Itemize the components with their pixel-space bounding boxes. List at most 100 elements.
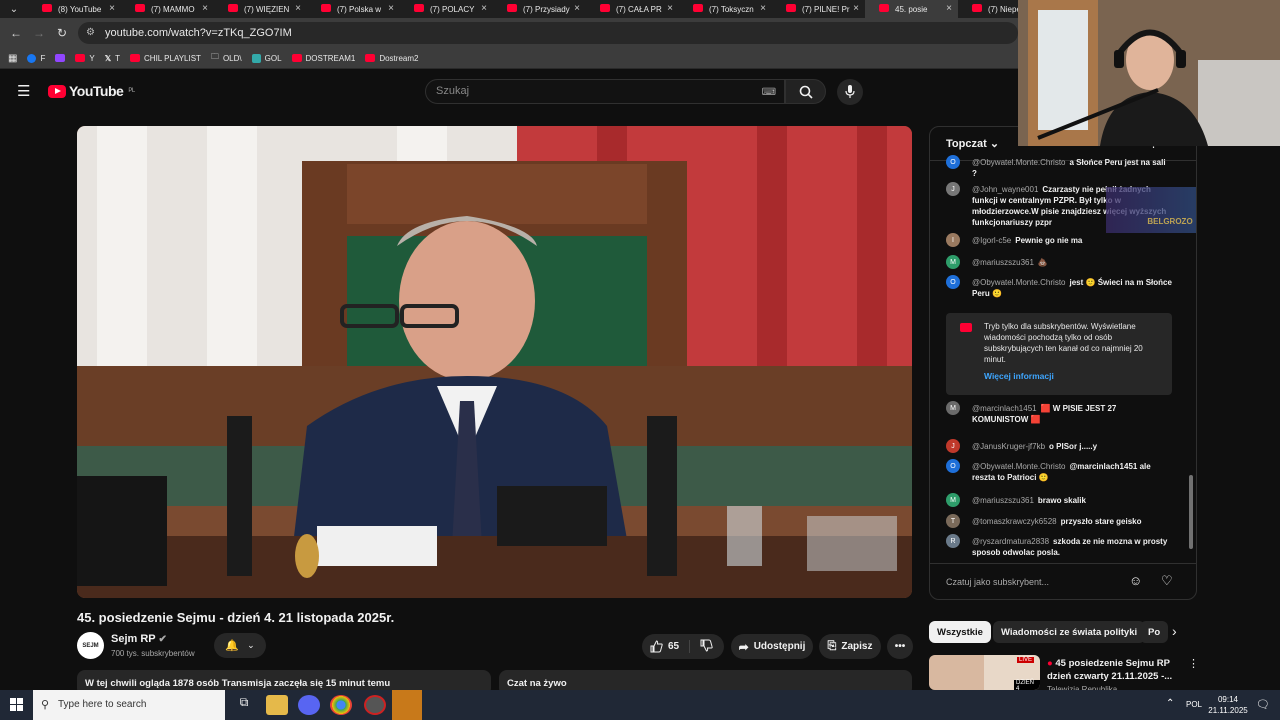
search-button[interactable] (785, 79, 826, 104)
chevron-up-icon[interactable]: ⌃ (1166, 698, 1174, 709)
browser-tab-active[interactable]: 45. posie × (865, 0, 958, 18)
channel-name[interactable]: Sejm RP ✔ (111, 633, 167, 645)
browser-tab[interactable]: (7) POLACY × (400, 0, 493, 18)
user-avatar[interactable]: O (946, 459, 960, 473)
clock[interactable]: 09:14 21.11.2025 (1208, 694, 1248, 716)
dislike-button[interactable] (690, 639, 713, 655)
app-icon[interactable] (392, 690, 422, 720)
bookmark[interactable] (55, 54, 66, 62)
user-avatar[interactable]: M (946, 255, 960, 269)
tab-label: (7) MAMMO (151, 4, 195, 14)
youtube-favicon-icon (507, 4, 517, 12)
gol-icon (251, 53, 261, 63)
browser-tab[interactable]: (7) Toksyczn × (679, 0, 772, 18)
more-vertical-icon[interactable]: ⋮ (1188, 657, 1199, 670)
user-avatar[interactable]: M (946, 493, 960, 507)
bell-icon: 🔔 (225, 640, 240, 652)
youtube-icon (75, 54, 86, 62)
voice-search-button[interactable] (837, 79, 863, 105)
user-avatar[interactable]: J (946, 182, 960, 196)
url-input[interactable]: ⚙ youtube.com/watch?v=zTKq_ZGO7IM (78, 22, 1018, 44)
close-tab-icon[interactable]: × (946, 3, 952, 14)
reload-icon[interactable]: ↻ (57, 26, 67, 40)
youtube-favicon-icon (414, 4, 424, 12)
task-view-icon[interactable]: ⧉ (233, 695, 255, 715)
browser-tab[interactable]: (8) YouTube × (28, 0, 121, 18)
close-tab-icon[interactable]: × (760, 3, 766, 14)
close-tab-icon[interactable]: × (481, 3, 487, 14)
more-actions-button[interactable]: ••• (887, 634, 913, 659)
hamburger-menu-icon[interactable]: ☰ (17, 84, 30, 99)
bookmark[interactable]: DOSTREAM1 (291, 54, 355, 63)
video-player[interactable] (77, 126, 912, 598)
site-info-icon[interactable]: ⚙ (86, 22, 95, 44)
user-avatar[interactable]: J (946, 439, 960, 453)
thumbnail-person (929, 655, 984, 690)
discord-icon[interactable] (298, 695, 320, 715)
tab-label: (8) YouTube (58, 4, 102, 14)
browser-tab[interactable]: (7) CAŁA PR × (586, 0, 679, 18)
emoji-icon[interactable]: ☺ (1129, 573, 1142, 588)
close-tab-icon[interactable]: × (295, 3, 301, 14)
keyboard-icon[interactable]: ⌨ (762, 81, 776, 104)
forward-arrow-icon[interactable]: → (33, 26, 45, 40)
channel-avatar[interactable]: SEJM (77, 632, 104, 659)
channel-row: SEJM Sejm RP ✔ 700 tys. subskrybentów 🔔 ⌄ (77, 632, 597, 662)
notifications-icon[interactable]: 🗨 (1256, 698, 1270, 711)
notification-bell-button[interactable]: 🔔 ⌄ (214, 633, 266, 658)
close-tab-icon[interactable]: × (667, 3, 673, 14)
obs-icon[interactable] (364, 695, 386, 715)
chip-politics[interactable]: Wiadomości ze świata polityki (993, 621, 1146, 643)
user-avatar[interactable]: T (946, 514, 960, 528)
save-button[interactable]: ⎘ Zapisz (819, 634, 881, 659)
user-avatar[interactable]: O (946, 275, 960, 289)
user-avatar[interactable]: I (946, 233, 960, 247)
chat-input[interactable]: Czatuj jako subskrybent... (946, 577, 1049, 587)
chat-mode-dropdown[interactable]: Topczat ⌄ (946, 137, 999, 150)
language-indicator[interactable]: POL (1186, 700, 1202, 709)
search-input[interactable]: Szukaj ⌨ (425, 79, 785, 104)
more-info-link[interactable]: Więcej informacji (984, 371, 1054, 381)
close-tab-icon[interactable]: × (388, 3, 394, 14)
like-button[interactable]: 65 (650, 640, 691, 653)
chrome-icon[interactable] (330, 695, 352, 715)
close-tab-icon[interactable]: × (202, 3, 208, 14)
chip-more[interactable]: Po (1140, 621, 1169, 643)
browser-tab[interactable]: (7) MAMMO × (121, 0, 214, 18)
twitch-icon (55, 54, 66, 62)
share-button[interactable]: ➦ Udostępnij (731, 634, 813, 659)
bookmark-folder[interactable]: 🗀 OLD\ (211, 51, 242, 65)
youtube-logo[interactable]: YouTube PL (48, 83, 135, 99)
bookmark[interactable]: GOL (251, 53, 282, 63)
recommended-title[interactable]: ● 45 posiedzenie Sejmu RP dzień czwarty … (1047, 657, 1177, 683)
taskbar-search-input[interactable]: ⚲ Type here to search (33, 690, 225, 720)
video-frame (77, 126, 912, 598)
browser-tab[interactable]: (7) Przysiady × (493, 0, 586, 18)
apps-grid-icon[interactable]: ▦ (8, 53, 17, 64)
browser-tab[interactable]: (7) PILNE! Pr × (772, 0, 865, 18)
bookmark[interactable]: Dostream2 (365, 54, 418, 63)
bookmark[interactable]: CHIL PLAYLIST (130, 54, 201, 63)
windows-start-icon[interactable] (10, 698, 23, 711)
chat-scrollbar[interactable] (1189, 475, 1193, 549)
heart-icon[interactable]: ♡ (1161, 573, 1173, 589)
close-tab-icon[interactable]: × (109, 3, 115, 14)
video-title: 45. posiedzenie Sejmu - dzień 4. 21 list… (77, 610, 395, 625)
user-avatar[interactable]: O (946, 155, 960, 169)
bookmark[interactable]: Y (75, 54, 95, 63)
back-arrow-icon[interactable]: ← (10, 26, 22, 40)
user-avatar[interactable]: M (946, 401, 960, 415)
close-tab-icon[interactable]: × (853, 3, 859, 14)
file-explorer-icon[interactable] (266, 695, 288, 715)
bookmark[interactable]: 𝕏T (105, 54, 120, 63)
thumbs-down-icon (700, 639, 713, 652)
chevron-right-icon[interactable]: › (1172, 623, 1177, 639)
browser-tab[interactable]: (7) WIĘZIEN × (214, 0, 307, 18)
close-tab-icon[interactable]: × (574, 3, 580, 14)
browser-tab[interactable]: (7) Polska w × (307, 0, 400, 18)
recommended-thumbnail[interactable]: LIVE DZIEŃ 4 (929, 655, 1040, 690)
tab-search-chevron-icon[interactable]: ⌄ (0, 0, 28, 18)
chip-all[interactable]: Wszystkie (929, 621, 991, 643)
user-avatar[interactable]: R (946, 534, 960, 548)
bookmark[interactable]: F (27, 53, 45, 63)
